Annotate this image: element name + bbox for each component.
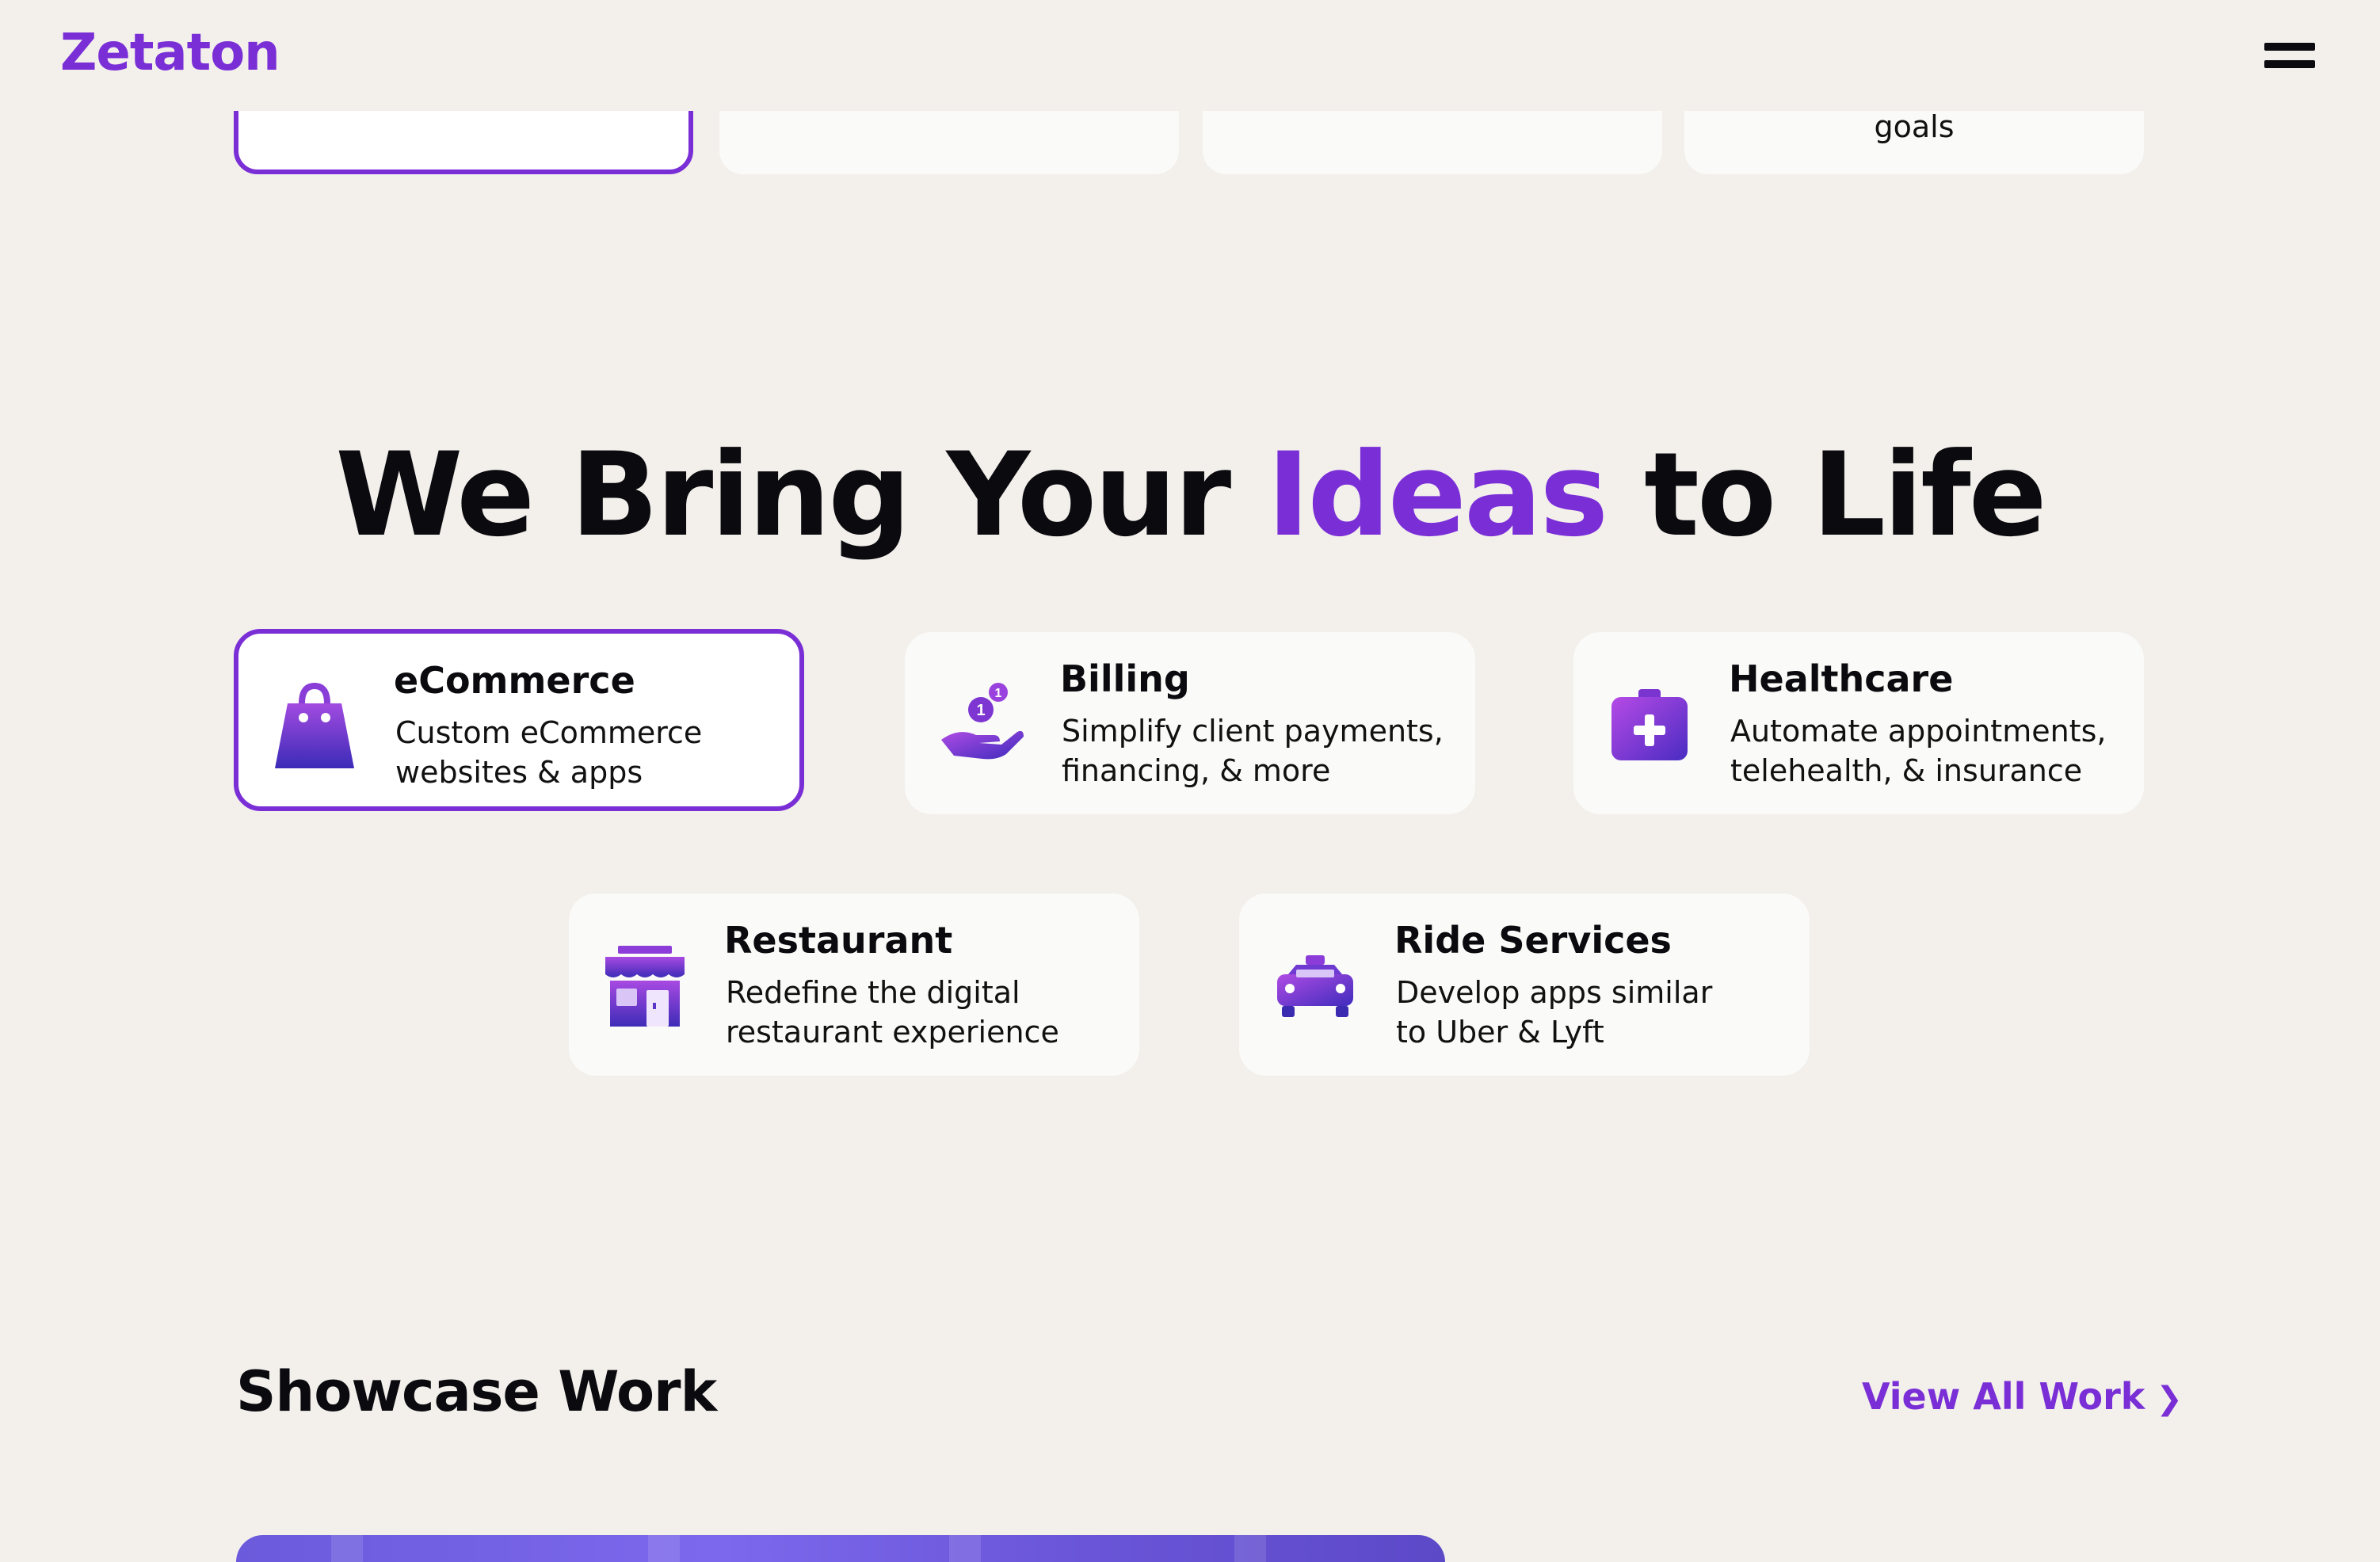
feature-desc-line: financing, & more xyxy=(1062,753,1331,788)
feature-card-ride-services[interactable]: Ride Services Develop apps similar to Ub… xyxy=(1239,893,1810,1076)
feature-description: Develop apps similar to Uber & Lyft xyxy=(1396,973,1800,1052)
showcase-thumbnail[interactable] xyxy=(236,1535,1445,1562)
feature-title: Restaurant xyxy=(724,919,953,962)
storefront-icon xyxy=(599,939,691,1031)
menu-bar xyxy=(2264,43,2315,51)
decorative-stripe xyxy=(949,1535,981,1562)
feature-title: Billing xyxy=(1060,657,1190,700)
svg-text:1: 1 xyxy=(995,687,1002,700)
feature-desc-line: Automate appointments, xyxy=(1730,714,2107,749)
taxi-icon xyxy=(1269,939,1361,1031)
view-all-label: View All Work xyxy=(1862,1375,2145,1418)
svg-text:1: 1 xyxy=(976,702,985,719)
feature-card-ecommerce[interactable]: eCommerce Custom eCommerce websites & ap… xyxy=(234,629,804,811)
feature-desc-line: websites & apps xyxy=(395,755,643,790)
feature-title: Ride Services xyxy=(1394,919,1672,962)
menu-bar xyxy=(2264,60,2315,68)
feature-description: Automate appointments, telehealth, & ins… xyxy=(1730,711,2134,791)
feature-title: Healthcare xyxy=(1729,657,1954,700)
feature-desc-line: Develop apps similar xyxy=(1396,975,1713,1010)
headline-accent: Ideas xyxy=(1267,428,1608,562)
feature-description: Custom eCommerce websites & apps xyxy=(395,713,799,792)
shopping-bag-icon xyxy=(269,680,360,771)
feature-card-restaurant[interactable]: Restaurant Redefine the digital restaura… xyxy=(569,893,1139,1076)
feature-title: eCommerce xyxy=(394,659,635,702)
feature-card-healthcare[interactable]: Healthcare Automate appointments, telehe… xyxy=(1573,632,2144,814)
headline-part2: to Life xyxy=(1606,428,2047,562)
page: Zetaton goals We Bring Your Ideas to Lif… xyxy=(0,0,2380,1562)
showcase-title: Showcase Work xyxy=(236,1359,717,1424)
feature-description: Simplify client payments, financing, & m… xyxy=(1062,711,1466,791)
site-header: Zetaton xyxy=(0,0,2380,111)
decorative-stripe xyxy=(1234,1535,1266,1562)
feature-desc-line: telehealth, & insurance xyxy=(1730,753,2083,788)
logo[interactable]: Zetaton xyxy=(60,24,280,82)
hamburger-menu-icon[interactable] xyxy=(2258,38,2321,73)
hero-headline: We Bring Your Ideas to Life xyxy=(0,428,2380,562)
feature-desc-line: restaurant experience xyxy=(726,1015,1059,1050)
top-card-text: goals xyxy=(1874,109,1955,144)
feature-card-billing[interactable]: 1 1 Billing Simplify client payments, fi… xyxy=(905,632,1475,814)
feature-description: Redefine the digital restaurant experien… xyxy=(726,973,1130,1052)
feature-desc-line: to Uber & Lyft xyxy=(1396,1015,1604,1050)
headline-part1: We Bring Your xyxy=(335,428,1268,562)
hand-coins-icon: 1 1 xyxy=(935,678,1027,770)
chevron-right-icon: ❯ xyxy=(2156,1381,2183,1417)
feature-desc-line: Simplify client payments, xyxy=(1062,714,1444,749)
feature-desc-line: Custom eCommerce xyxy=(395,715,703,750)
medical-kit-icon xyxy=(1604,678,1695,770)
decorative-stripe xyxy=(648,1535,680,1562)
feature-desc-line: Redefine the digital xyxy=(726,975,1020,1010)
decorative-stripe xyxy=(331,1535,363,1562)
view-all-work-link[interactable]: View All Work ❯ xyxy=(1862,1375,2183,1418)
